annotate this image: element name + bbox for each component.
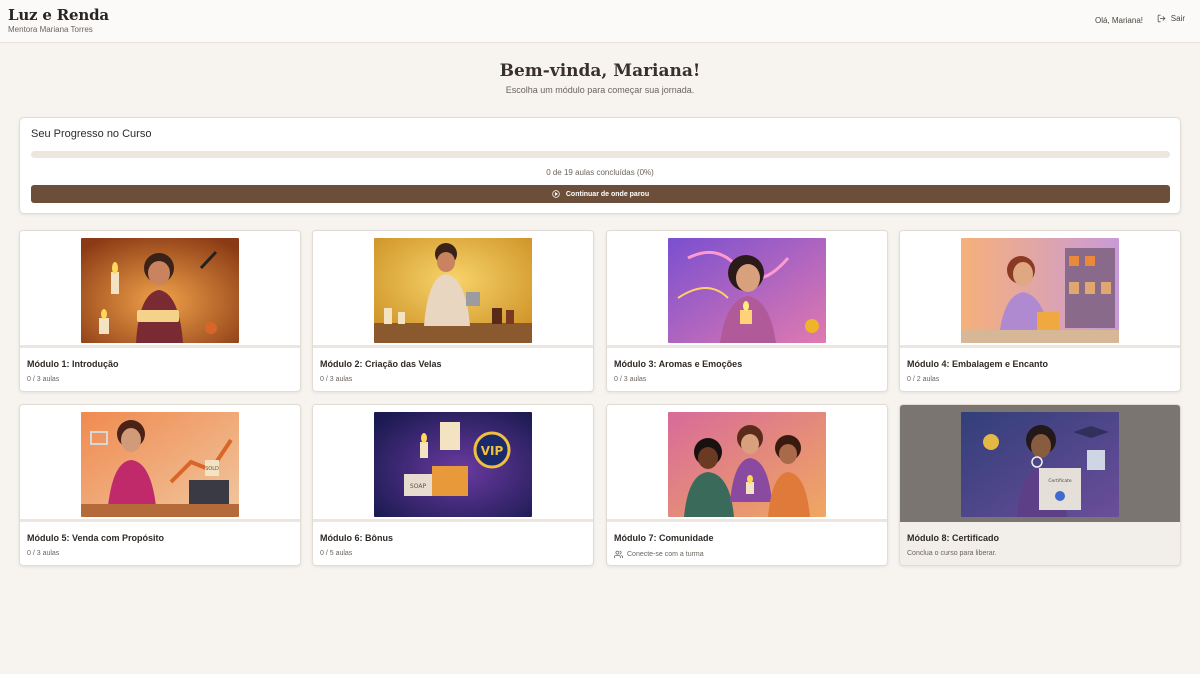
module-image [374, 238, 532, 343]
module-meta-text: Conclua o curso para liberar. [907, 550, 997, 557]
module-image-frame [607, 405, 887, 522]
module-image [81, 238, 239, 343]
module-card-2[interactable]: Módulo 2: Criação das Velas 0 / 3 aulas [312, 230, 594, 392]
user-greeting: Olá, Mariana! [1094, 16, 1143, 25]
continue-label: Continuar de onde parou [565, 190, 650, 198]
progress-bar [31, 151, 1170, 158]
module-community-note: Conecte-se com a turma [614, 550, 704, 559]
logout-button[interactable]: Sair [1157, 14, 1185, 23]
certificate-art-label: Certificate [1048, 478, 1072, 484]
module-meta-text: 0 / 3 aulas [27, 376, 60, 383]
module-title: Módulo 8: Certificado [907, 533, 999, 543]
module-meta-text: 0 / 2 aulas [907, 376, 940, 383]
sold-tag-label: SOLD [205, 466, 219, 472]
module-meta-text: 0 / 3 aulas [320, 376, 353, 383]
module-meta-text: Conecte-se com a turma [627, 551, 704, 558]
module-image: VIP SOAP [374, 412, 532, 517]
play-circle-icon [552, 190, 560, 198]
module-lesson-count: 0 / 5 aulas [320, 550, 352, 557]
module-image [961, 238, 1119, 343]
module-image [668, 238, 826, 343]
module-title: Módulo 6: Bônus [320, 533, 393, 543]
module-card-4[interactable]: Módulo 4: Embalagem e Encanto 0 / 2 aula… [899, 230, 1181, 392]
progress-status-text: 0 de 19 aulas concluídas (0%) [546, 168, 654, 177]
module-card-3[interactable]: Módulo 3: Aromas e Emoções 0 / 3 aulas [606, 230, 888, 392]
vip-badge-label: VIP [481, 444, 504, 458]
module-lesson-count: 0 / 3 aulas [27, 376, 59, 383]
module-image: SOLD [81, 412, 239, 517]
module-image [668, 412, 826, 517]
module-title: Módulo 5: Venda com Propósito [27, 533, 165, 543]
logout-label: Sair [1170, 14, 1185, 23]
course-progress-card: Seu Progresso no Curso 0 de 19 aulas con… [19, 117, 1181, 214]
module-card-8: Certificate Módulo 8: Certificado Conclu… [899, 404, 1181, 566]
module-title: Módulo 2: Criação das Velas [320, 359, 442, 369]
module-meta-text: 0 / 3 aulas [614, 376, 647, 383]
module-card-7[interactable]: Módulo 7: Comunidade Conecte-se com a tu… [606, 404, 888, 566]
welcome-title: Bem-vinda, Mariana! [499, 61, 701, 81]
brand-title[interactable]: Luz e Renda [8, 6, 109, 24]
module-locked-note: Conclua o curso para liberar. [907, 550, 997, 557]
module-title: Módulo 4: Embalagem e Encanto [907, 359, 1049, 369]
module-image-frame: SOLD [20, 405, 300, 522]
module-image-frame [607, 231, 887, 348]
module-lesson-count: 0 / 3 aulas [320, 376, 352, 383]
module-card-1[interactable]: Módulo 1: Introdução 0 / 3 aulas [19, 230, 301, 392]
module-image-frame [20, 231, 300, 348]
module-lesson-count: 0 / 3 aulas [614, 376, 646, 383]
module-title: Módulo 3: Aromas e Emoções [614, 359, 743, 369]
module-lesson-count: 0 / 3 aulas [27, 550, 59, 557]
module-image-frame: Certificate [900, 405, 1180, 522]
soap-bar-label: SOAP [410, 483, 427, 490]
logout-icon [1157, 14, 1166, 23]
module-meta-text: 0 / 3 aulas [27, 550, 60, 557]
module-title: Módulo 7: Comunidade [614, 533, 714, 543]
module-lesson-count: 0 / 2 aulas [907, 376, 939, 383]
module-card-6[interactable]: VIP SOAP Módulo 6: Bônus 0 / 5 aulas [312, 404, 594, 566]
module-image-frame: VIP SOAP [313, 405, 593, 522]
welcome-subtitle: Escolha um módulo para começar sua jorna… [505, 85, 695, 95]
module-card-5[interactable]: SOLD Módulo 5: Venda com Propósito 0 / 3… [19, 404, 301, 566]
module-title: Módulo 1: Introdução [27, 359, 119, 369]
progress-title: Seu Progresso no Curso [31, 128, 152, 140]
continue-button[interactable]: Continuar de onde parou [31, 185, 1170, 203]
users-icon [614, 550, 623, 559]
module-meta-text: 0 / 5 aulas [320, 550, 353, 557]
module-image-frame [313, 231, 593, 348]
module-image: Certificate [961, 412, 1119, 517]
module-image-frame [900, 231, 1180, 348]
brand-subtitle: Mentora Mariana Torres [8, 25, 93, 34]
top-header: Luz e Renda Mentora Mariana Torres Olá, … [0, 0, 1200, 43]
